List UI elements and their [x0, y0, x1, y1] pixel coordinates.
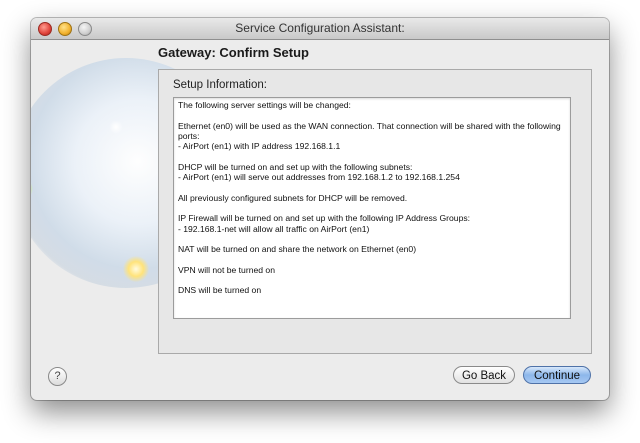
help-button[interactable]: ?	[48, 367, 67, 386]
setup-information-label: Setup Information:	[173, 79, 267, 91]
continue-button[interactable]: Continue	[523, 366, 591, 384]
info-paragraph: IP Firewall will be turned on and set up…	[178, 213, 471, 234]
info-paragraph: DHCP will be turned on and set up with t…	[178, 161, 460, 183]
glow-icon	[109, 120, 123, 134]
page-title: Gateway: Confirm Setup	[158, 45, 309, 60]
info-paragraph: VPN will not be turned on	[178, 264, 275, 275]
info-paragraph: Ethernet (en0) will be used as the WAN c…	[178, 120, 561, 152]
assistant-window: Service Configuration Assistant: Gateway…	[31, 18, 609, 400]
title-bar[interactable]: Service Configuration Assistant:	[31, 18, 609, 40]
info-paragraph: NAT will be turned on and share the netw…	[178, 244, 417, 255]
glow-icon	[31, 178, 33, 200]
window-title: Service Configuration Assistant:	[235, 21, 405, 35]
glow-icon	[123, 256, 149, 282]
setup-information-text[interactable]: The following server settings will be ch…	[173, 97, 571, 319]
info-paragraph: DNS will be turned on	[178, 285, 262, 296]
info-paragraph: The following server settings will be ch…	[178, 100, 351, 110]
info-paragraph: All previously configured subnets for DH…	[178, 192, 408, 203]
setup-panel: Setup Information: The following server …	[158, 69, 592, 354]
go-back-button[interactable]: Go Back	[453, 366, 515, 384]
